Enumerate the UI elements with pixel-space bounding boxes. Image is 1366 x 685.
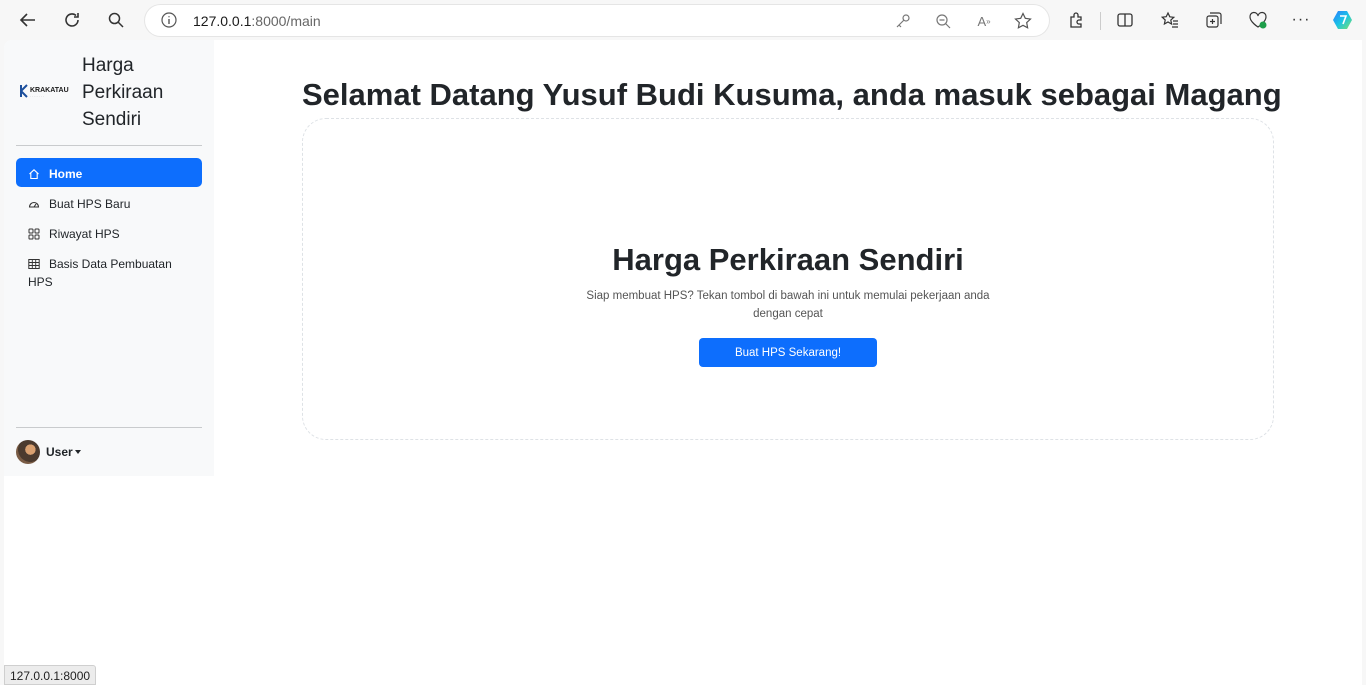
page-title: Selamat Datang Yusuf Budi Kusuma, anda m… — [302, 77, 1282, 112]
info-icon[interactable] — [161, 12, 177, 33]
extensions-icon[interactable] — [1066, 9, 1088, 31]
toolbar-divider — [1100, 12, 1101, 30]
svg-text:KRAKATAU: KRAKATAU — [30, 87, 69, 94]
copilot-icon[interactable] — [1332, 9, 1354, 31]
hero-card: Harga Perkiraan Sendiri Siap membuat HPS… — [302, 118, 1274, 440]
favorites-icon[interactable] — [1159, 9, 1181, 31]
sidebar-item-label: Buat HPS Baru — [49, 197, 131, 211]
krakatau-logo: KRAKATAU · · · · · · · · — [20, 82, 74, 100]
favorite-star-icon[interactable] — [1013, 11, 1033, 31]
page-viewport: KRAKATAU · · · · · · · · Harga Perkiraan… — [4, 40, 1362, 685]
more-menu-icon[interactable]: ··· — [1290, 9, 1312, 31]
read-aloud-icon[interactable]: A» — [974, 11, 994, 31]
sidebar-divider-top — [16, 145, 202, 146]
table-icon — [28, 259, 40, 269]
sidebar-item-riwayat-hps[interactable]: Riwayat HPS — [16, 218, 202, 247]
url-text[interactable]: 127.0.0.1:8000/main — [193, 13, 321, 29]
hero-description: Siap membuat HPS? Tekan tombol di bawah … — [586, 290, 990, 320]
sidebar-item-buat-hps-baru[interactable]: Buat HPS Baru — [16, 188, 202, 217]
browser-toolbar: 127.0.0.1:8000/main A» ··· — [0, 0, 1366, 40]
create-hps-button[interactable]: Buat HPS Sekarang! — [699, 338, 877, 367]
search-icon[interactable] — [104, 8, 128, 32]
address-bar[interactable]: 127.0.0.1:8000/main A» — [145, 5, 1049, 36]
status-bar-url: 127.0.0.1:8000 — [4, 665, 97, 685]
sidebar-item-label: Riwayat HPS — [49, 227, 120, 241]
home-icon — [29, 169, 39, 180]
grid-icon — [28, 228, 40, 240]
browser-essentials-icon[interactable] — [1247, 9, 1269, 31]
url-path: :8000/main — [251, 13, 321, 29]
sidebar: KRAKATAU · · · · · · · · Harga Perkiraan… — [4, 40, 214, 476]
brand-title: Harga Perkiraan Sendiri — [82, 55, 164, 130]
user-name: User — [46, 445, 73, 459]
svg-text:· · · · · · · ·: · · · · · · · · — [30, 94, 44, 98]
back-icon[interactable] — [16, 8, 40, 32]
avatar — [16, 440, 40, 464]
refresh-icon[interactable] — [60, 8, 84, 32]
sidebar-item-label: Home — [49, 167, 83, 181]
collections-icon[interactable] — [1203, 9, 1225, 31]
sidebar-item-home[interactable]: Home — [16, 158, 202, 187]
key-icon[interactable] — [893, 11, 913, 31]
split-screen-icon[interactable] — [1114, 9, 1136, 31]
brand[interactable]: KRAKATAU · · · · · · · · Harga Perkiraan… — [18, 52, 208, 132]
caret-down-icon — [74, 450, 81, 454]
sidebar-item-basis-data[interactable]: Basis Data Pembuatan HPS — [16, 248, 202, 294]
url-host: 127.0.0.1 — [193, 13, 252, 29]
zoom-out-icon[interactable] — [933, 11, 953, 31]
user-dropdown[interactable]: User — [16, 440, 81, 464]
sidebar-divider-bottom — [16, 427, 202, 428]
speedometer-icon — [28, 201, 40, 208]
hero-title: Harga Perkiraan Sendiri — [612, 242, 964, 277]
sidebar-item-label: Basis Data Pembuatan HPS — [28, 257, 172, 289]
